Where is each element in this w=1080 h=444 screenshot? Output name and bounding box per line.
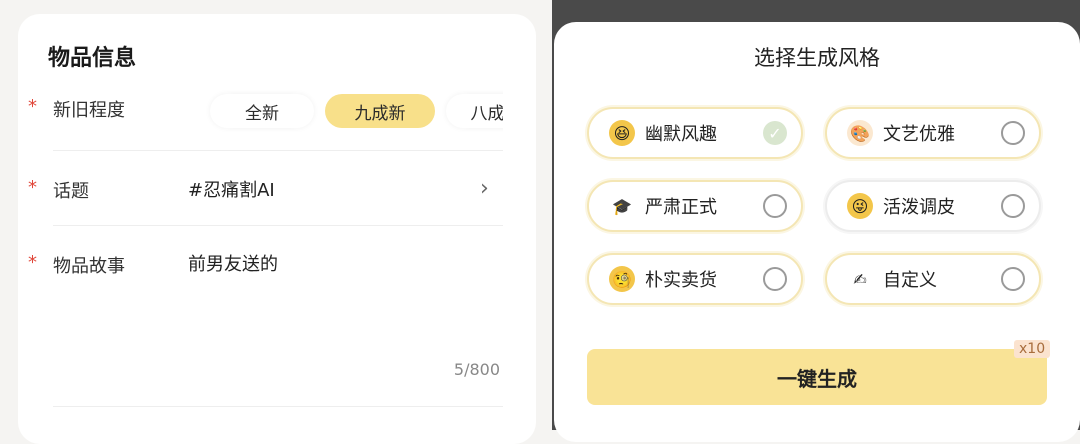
style-option-playful[interactable]: 😜 活泼调皮 [825,180,1041,232]
style-option-custom[interactable]: ✍ 自定义 [825,253,1041,305]
condition-chip-90-new[interactable]: 九成新 [325,94,435,128]
condition-chip-80-new[interactable]: 八成新 [446,94,503,128]
divider [53,225,503,226]
card-title: 物品信息 [48,46,137,71]
required-mark: * [28,177,37,198]
generate-button[interactable]: 一键生成 [587,349,1047,405]
writing-hand-icon: ✍ [847,266,873,292]
style-picker-sheet: 选择生成风格 😆 幽默风趣 ✓ 🎨 文艺优雅 🎓 严肃正式 😜 活泼调皮 🧐 朴… [554,22,1080,442]
required-mark: * [28,96,37,117]
monocle-emoji-icon: 🧐 [609,266,635,292]
condition-chip-scroller[interactable]: 全新 九成新 八成新 [188,88,503,134]
style-label: 文艺优雅 [883,124,955,145]
cost-badge: x10 [1014,340,1051,358]
graduation-cap-icon: 🎓 [609,193,635,219]
condition-chip-new[interactable]: 全新 [210,94,314,128]
condition-label: 新旧程度 [53,100,125,121]
style-label: 活泼调皮 [883,197,955,218]
topic-value[interactable]: #忍痛割AI [188,176,275,202]
style-option-literary[interactable]: 🎨 文艺优雅 [825,107,1041,159]
item-info-card: 物品信息 * 新旧程度 全新 九成新 八成新 * 话题 #忍痛割AI › * 物… [18,14,536,444]
laughing-emoji-icon: 😆 [609,120,635,146]
topic-label: 话题 [53,181,89,202]
radio-icon[interactable] [763,267,787,291]
chevron-right-icon[interactable]: › [480,176,489,201]
style-label: 朴实卖货 [645,270,717,291]
radio-icon[interactable] [1001,121,1025,145]
palette-icon: 🎨 [847,120,873,146]
char-count: 5/800 [453,360,500,379]
required-mark: * [28,252,37,273]
radio-checked-icon[interactable]: ✓ [763,121,787,145]
story-textarea[interactable]: 前男友送的 [188,250,278,276]
style-option-plain-selling[interactable]: 🧐 朴实卖货 [587,253,803,305]
radio-icon[interactable] [1001,267,1025,291]
radio-icon[interactable] [1001,194,1025,218]
divider [53,406,503,407]
style-option-formal[interactable]: 🎓 严肃正式 [587,180,803,232]
divider [53,150,503,151]
style-label: 幽默风趣 [645,124,717,145]
winking-tongue-emoji-icon: 😜 [847,193,873,219]
radio-icon[interactable] [763,194,787,218]
sheet-title: 选择生成风格 [754,46,880,70]
style-label: 严肃正式 [645,197,717,218]
style-label: 自定义 [883,270,937,291]
style-option-humor[interactable]: 😆 幽默风趣 ✓ [587,107,803,159]
story-label: 物品故事 [53,256,125,277]
